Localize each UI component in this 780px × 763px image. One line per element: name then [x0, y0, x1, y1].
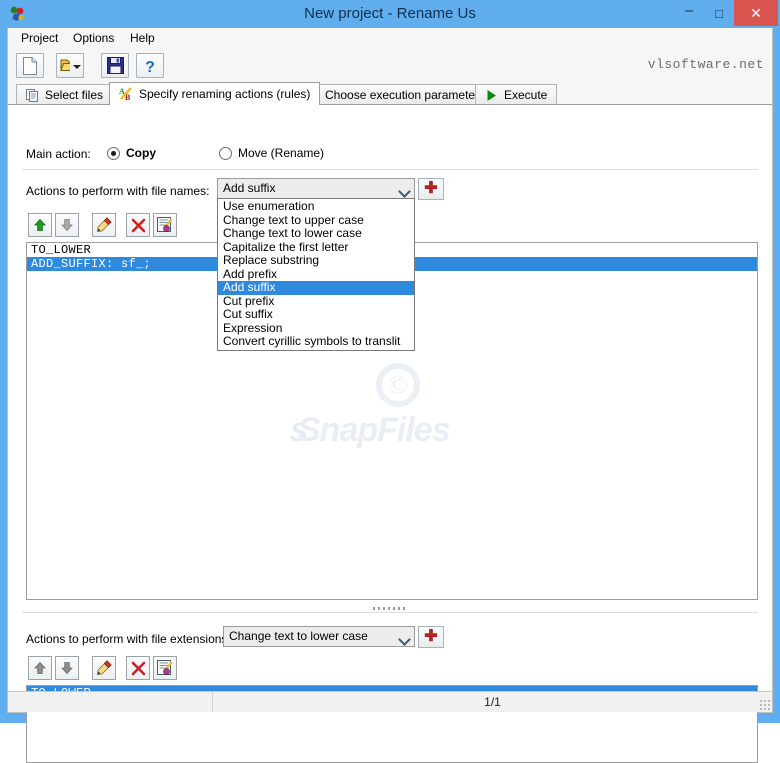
splitter-grip-icon [373, 607, 407, 610]
title-bar: New project - Rename Us – □ ✕ [0, 0, 780, 28]
ab-letters-icon: A B [119, 87, 133, 101]
dropdown-item[interactable]: Capitalize the first letter [218, 240, 414, 255]
application-window: New project - Rename Us – □ ✕ Project Op… [0, 0, 780, 763]
menu-item-options[interactable]: Options [66, 30, 121, 47]
play-triangle-icon [485, 89, 498, 102]
extension-rule-clear-list-button[interactable] [153, 656, 177, 680]
plus-icon: ✚ [424, 180, 438, 197]
resize-grip-icon[interactable] [759, 699, 770, 710]
name-rule-delete-button[interactable] [126, 213, 150, 237]
save-project-button[interactable] [101, 53, 129, 78]
save-disk-icon [106, 57, 124, 74]
svg-text:?: ? [145, 59, 155, 75]
panel-splitter[interactable] [8, 605, 772, 612]
edit-pen-icon [97, 217, 112, 232]
file-names-action-dropdown-list[interactable]: Use enumeration Change text to upper cas… [217, 198, 415, 351]
dropdown-item-selected[interactable]: Add suffix [218, 280, 414, 295]
tab-label: Select files [45, 88, 104, 102]
divider [22, 612, 758, 613]
menu-item-project[interactable]: Project [14, 30, 65, 47]
name-rule-move-up-button[interactable] [28, 213, 52, 237]
file-extensions-action-combo[interactable]: Change text to lower case [223, 626, 415, 647]
tab-label: Choose execution parameters [325, 88, 486, 102]
dropdown-item[interactable]: Add prefix [218, 267, 414, 282]
move-down-icon [61, 219, 73, 232]
move-up-icon [34, 661, 46, 674]
file-extensions-label: Actions to perform with file extensions: [26, 632, 231, 646]
maximize-icon: □ [715, 5, 723, 21]
radio-move-rename[interactable]: Move (Rename) [219, 146, 324, 160]
radio-label: Move (Rename) [238, 146, 325, 160]
dropdown-item[interactable]: Convert cyrillic symbols to translit [218, 334, 414, 349]
status-pane-counter: 1/1 [484, 695, 501, 709]
tab-strip: Select files A B Specify renaming action… [8, 82, 772, 105]
extension-rule-edit-button[interactable] [92, 656, 116, 680]
combo-value: Change text to lower case [229, 629, 368, 643]
menu-item-help[interactable]: Help [123, 30, 162, 47]
help-question-icon: ? [145, 59, 155, 75]
open-project-dropdown-button[interactable] [70, 53, 84, 78]
chevron-down-icon [73, 65, 81, 69]
dropdown-item[interactable]: Cut prefix [218, 294, 414, 309]
close-icon: ✕ [750, 4, 762, 21]
radio-dot-icon [107, 146, 120, 160]
move-up-icon [34, 218, 46, 231]
tab-select-files[interactable]: Select files [16, 84, 114, 105]
new-project-button[interactable] [16, 53, 44, 78]
plus-icon: ✚ [424, 628, 438, 645]
minimize-icon: – [684, 1, 694, 19]
extension-rule-delete-button[interactable] [126, 656, 150, 680]
status-pane-left [8, 692, 213, 712]
dropdown-item[interactable]: Change text to upper case [218, 213, 414, 228]
add-extension-rule-button[interactable]: ✚ [418, 626, 444, 648]
rules-panel: Main action: Copy Move (Rename) Actions … [8, 104, 772, 763]
edit-pen-icon [97, 660, 112, 675]
file-names-label: Actions to perform with file names: [26, 184, 210, 198]
help-button[interactable]: ? [136, 53, 164, 78]
status-bar: 1/1 [8, 691, 772, 712]
vendor-brand-text: vlsoftware.net [647, 57, 764, 72]
radio-copy[interactable]: Copy [107, 146, 156, 160]
radio-label: Copy [126, 146, 156, 160]
delete-x-icon [131, 218, 145, 232]
combo-value: Add suffix [223, 181, 276, 195]
main-action-label: Main action: [26, 147, 91, 161]
dropdown-item[interactable]: Replace substring [218, 253, 414, 268]
tab-specify-renaming-actions[interactable]: A B Specify renaming actions (rules) [109, 82, 321, 105]
new-document-icon [23, 57, 37, 75]
tool-bar: ? vlsoftware.net [8, 49, 772, 83]
client-area: Project Options Help ? vlsoftware.net Se… [7, 28, 773, 763]
name-rule-move-down-button[interactable] [55, 213, 79, 237]
tab-label: Specify renaming actions (rules) [139, 87, 311, 101]
files-icon [26, 88, 39, 102]
clear-list-icon [157, 660, 173, 675]
dropdown-item[interactable]: Cut suffix [218, 307, 414, 322]
extension-rule-move-down-button[interactable] [55, 656, 79, 680]
tab-choose-execution-parameters[interactable]: Choose execution parameters [296, 84, 496, 105]
window-title: New project - Rename Us [304, 5, 476, 22]
add-name-rule-button[interactable]: ✚ [418, 178, 444, 200]
dropdown-item[interactable]: Use enumeration [218, 199, 414, 214]
tab-label: Execute [504, 88, 548, 102]
chevron-down-icon[interactable] [395, 627, 414, 646]
clear-list-icon [157, 217, 173, 232]
extension-rule-move-up-button[interactable] [28, 656, 52, 680]
move-down-icon [61, 662, 73, 675]
chevron-down-icon[interactable] [395, 179, 414, 198]
tab-execute[interactable]: Execute [475, 84, 558, 105]
minimize-button[interactable]: – [674, 0, 704, 26]
name-rule-edit-button[interactable] [92, 213, 116, 237]
dropdown-item[interactable]: Expression [218, 321, 414, 336]
close-button[interactable]: ✕ [734, 0, 778, 26]
file-names-action-combo[interactable]: Add suffix [217, 178, 415, 199]
maximize-button[interactable]: □ [704, 0, 734, 26]
name-rule-clear-list-button[interactable] [153, 213, 177, 237]
radio-dot-icon [219, 146, 232, 160]
dropdown-item[interactable]: Change text to lower case [218, 226, 414, 241]
menu-bar: Project Options Help [8, 28, 772, 50]
delete-x-icon [131, 661, 145, 675]
divider [22, 169, 758, 170]
